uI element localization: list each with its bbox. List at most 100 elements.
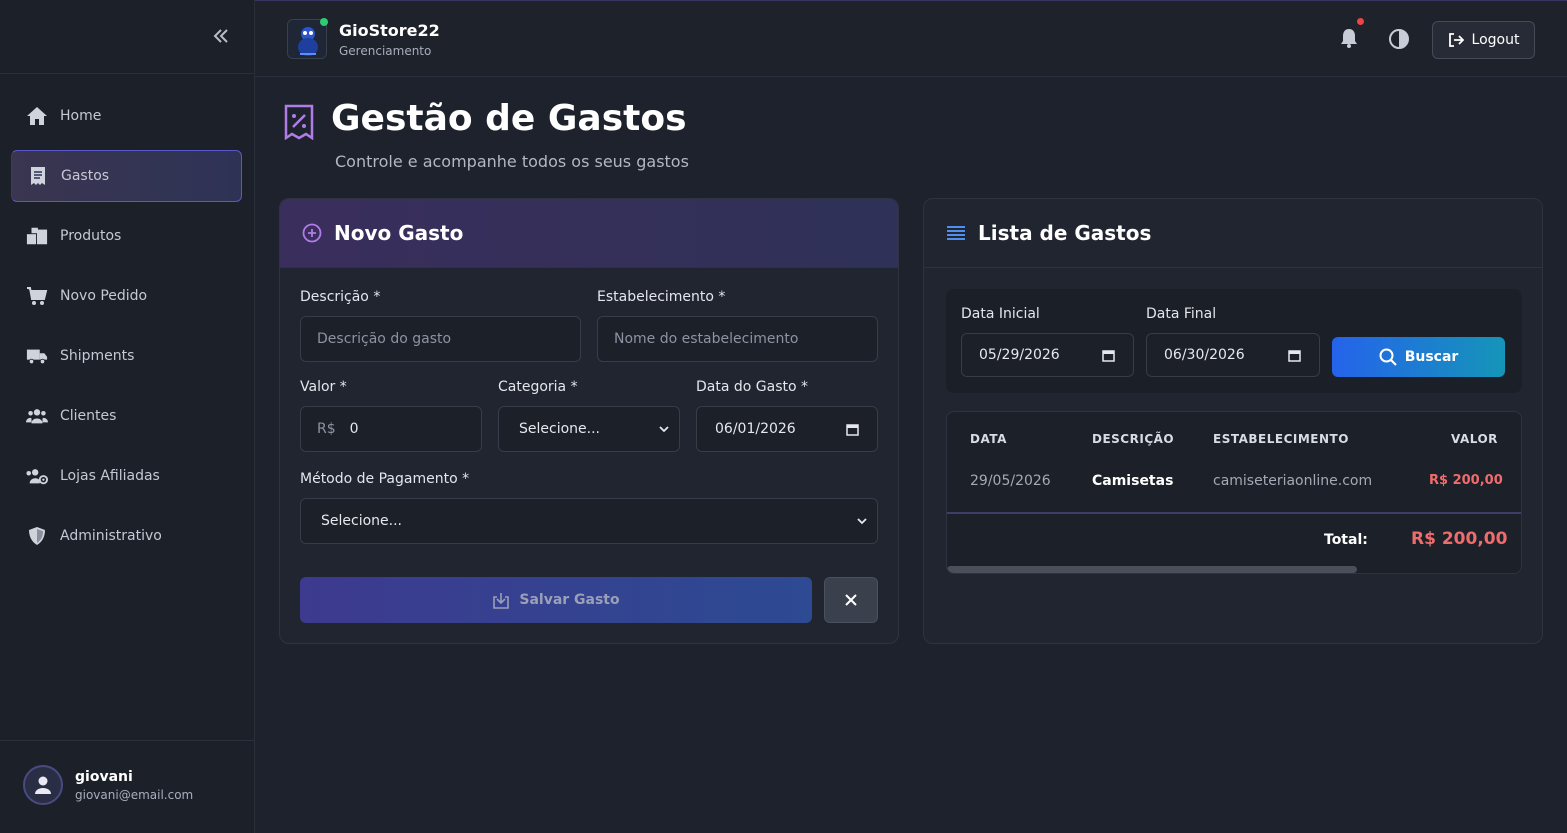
bell-icon xyxy=(1341,29,1357,48)
chevron-down-icon xyxy=(659,426,669,433)
data-gasto-label: Data do Gasto * xyxy=(696,379,809,395)
calendar-icon[interactable] xyxy=(1102,349,1115,362)
valor-value: 0 xyxy=(349,421,359,437)
column-header-data[interactable]: DATA xyxy=(970,432,1007,446)
save-expense-button[interactable]: Salvar Gasto xyxy=(300,577,812,623)
sidebar-item-produtos[interactable]: Produtos xyxy=(11,210,242,262)
sidebar-item-lojas-afiliadas[interactable]: Lojas Afiliadas xyxy=(11,450,242,502)
download-box-icon xyxy=(493,592,510,609)
calendar-icon[interactable] xyxy=(1288,349,1301,362)
table-footer: Total: R$ 200,00 xyxy=(947,512,1521,568)
logout-button[interactable]: Logout xyxy=(1432,21,1535,59)
categoria-select[interactable]: Selecione... xyxy=(498,406,680,452)
boxes-icon xyxy=(26,225,48,247)
user-profile[interactable]: giovani giovani@email.com xyxy=(0,740,255,833)
estabelecimento-input[interactable]: Nome do estabelecimento xyxy=(597,316,878,362)
data-final-input[interactable]: 06/30/2026 xyxy=(1146,333,1320,377)
expense-table: DATA DESCRIÇÃO ESTABELECIMENTO VALOR 29/… xyxy=(946,411,1522,574)
metodo-label: Método de Pagamento * xyxy=(300,471,470,487)
expense-list-title: Lista de Gastos xyxy=(978,221,1152,245)
notifications-button[interactable] xyxy=(1338,27,1360,49)
sidebar-item-home[interactable]: Home xyxy=(11,90,242,142)
sidebar-item-shipments[interactable]: Shipments xyxy=(11,330,242,382)
column-header-descricao[interactable]: DESCRIÇÃO xyxy=(1092,432,1174,446)
currency-prefix: R$ xyxy=(317,421,336,437)
sidebar-item-label: Administrativo xyxy=(60,528,162,544)
horizontal-scrollbar[interactable] xyxy=(947,566,1357,573)
truck-icon xyxy=(26,345,48,367)
sidebar-item-label: Clientes xyxy=(60,408,117,424)
descricao-input[interactable]: Descrição do gasto xyxy=(300,316,581,362)
data-gasto-value: 06/01/2026 xyxy=(715,421,796,437)
sidebar-item-administrativo[interactable]: Administrativo xyxy=(11,510,242,562)
save-expense-label: Salvar Gasto xyxy=(519,592,620,608)
theme-toggle-button[interactable] xyxy=(1388,28,1410,50)
new-expense-card: Novo Gasto Descrição * Descrição do gast… xyxy=(279,198,899,644)
brand-subtitle: Gerenciamento xyxy=(339,44,432,58)
brand-name: GioStore22 xyxy=(339,21,440,40)
sidebar-item-label: Novo Pedido xyxy=(60,288,148,304)
plus-circle-icon xyxy=(302,223,322,243)
new-expense-header: Novo Gasto xyxy=(280,199,898,268)
logout-icon xyxy=(1448,33,1464,47)
notification-badge xyxy=(1357,18,1364,25)
collapse-sidebar-button[interactable] xyxy=(212,28,232,46)
sidebar-item-clientes[interactable]: Clientes xyxy=(11,390,242,442)
sidebar-nav: Home Gastos Produtos Novo Pedido Shipmen… xyxy=(0,74,254,545)
cell-descricao: Camisetas xyxy=(1092,473,1174,489)
cell-data: 29/05/2026 xyxy=(970,473,1051,489)
descricao-label: Descrição * xyxy=(300,289,381,305)
sidebar-item-label: Produtos xyxy=(60,228,122,244)
data-inicial-input[interactable]: 05/29/2026 xyxy=(961,333,1134,377)
column-header-estabelecimento[interactable]: ESTABELECIMENTO xyxy=(1213,432,1349,446)
close-icon xyxy=(845,594,857,606)
new-expense-title: Novo Gasto xyxy=(334,221,464,245)
valor-input[interactable]: R$ 0 xyxy=(300,406,482,452)
cell-estabelecimento: camiseteriaonline.com xyxy=(1213,473,1373,489)
date-filter: Data Inicial 05/29/2026 Data Final 06/30… xyxy=(946,289,1522,393)
search-button[interactable]: Buscar xyxy=(1332,337,1505,377)
sidebar-header xyxy=(0,0,254,74)
contrast-icon xyxy=(1389,29,1409,49)
home-icon xyxy=(26,105,48,127)
online-status-dot xyxy=(320,18,328,26)
sidebar-item-label: Home xyxy=(60,108,102,124)
categoria-label: Categoria * xyxy=(498,379,578,395)
sidebar-item-label: Lojas Afiliadas xyxy=(60,468,160,484)
page-subtitle: Controle e acompanhe todos os seus gasto… xyxy=(335,152,689,171)
user-icon xyxy=(35,776,51,794)
total-label: Total: xyxy=(1324,532,1368,548)
receipt-percent-icon xyxy=(284,104,314,141)
data-final-label: Data Final xyxy=(1146,306,1217,322)
cart-icon xyxy=(26,285,48,307)
metodo-value: Selecione... xyxy=(321,513,402,529)
search-label: Buscar xyxy=(1404,349,1459,365)
search-icon xyxy=(1379,348,1397,366)
users-icon xyxy=(26,405,48,427)
column-header-valor[interactable]: VALOR xyxy=(1451,432,1498,446)
list-icon xyxy=(946,225,966,241)
valor-label: Valor * xyxy=(300,379,347,395)
data-inicial-label: Data Inicial xyxy=(961,306,1040,322)
data-gasto-input[interactable]: 06/01/2026 xyxy=(696,406,878,452)
data-final-value: 06/30/2026 xyxy=(1164,347,1245,363)
expense-list-card: Lista de Gastos Data Inicial 05/29/2026 … xyxy=(923,198,1543,644)
sidebar-item-gastos[interactable]: Gastos xyxy=(11,150,242,202)
total-value: R$ 200,00 xyxy=(1411,529,1508,549)
metodo-pagamento-select[interactable]: Selecione... xyxy=(300,498,878,544)
sidebar-item-label: Gastos xyxy=(61,168,110,184)
mascot-logo-icon xyxy=(288,20,326,58)
cell-valor: R$ 200,00 xyxy=(1429,473,1503,488)
estabelecimento-label: Estabelecimento * xyxy=(597,289,726,305)
categoria-value: Selecione... xyxy=(519,421,600,437)
clear-form-button[interactable] xyxy=(824,577,878,623)
sidebar-item-label: Shipments xyxy=(60,348,135,364)
users-gear-icon xyxy=(26,465,48,487)
avatar xyxy=(23,765,63,805)
logout-label: Logout xyxy=(1471,32,1520,48)
page-title: Gestão de Gastos xyxy=(331,98,687,139)
user-email: giovani@email.com xyxy=(75,788,194,802)
expense-list-header: Lista de Gastos xyxy=(924,199,1542,268)
sidebar-item-novo-pedido[interactable]: Novo Pedido xyxy=(11,270,242,322)
calendar-icon[interactable] xyxy=(846,423,859,436)
